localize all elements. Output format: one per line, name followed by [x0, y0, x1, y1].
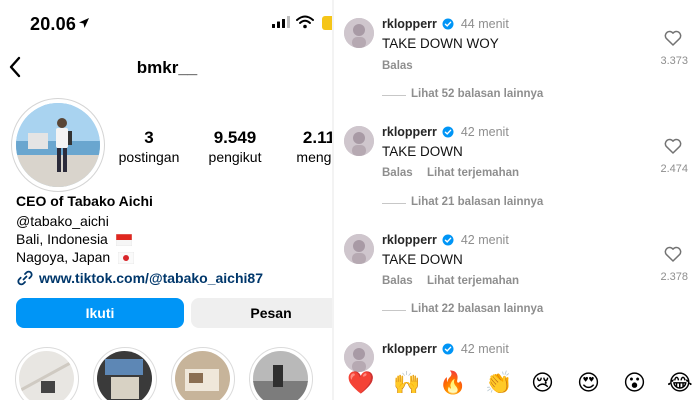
status-time: 20.06 — [30, 14, 77, 34]
avatar[interactable] — [16, 103, 100, 187]
heart-outline-icon[interactable] — [664, 138, 682, 154]
view-replies-link[interactable]: Lihat 22 balasan lainnya — [411, 303, 543, 315]
bio-location-1: Bali, Indonesia — [16, 230, 132, 248]
reply-button[interactable]: Balas — [382, 275, 413, 287]
story-highlight[interactable] — [15, 347, 79, 400]
emoji-heart-eyes[interactable]: 😍 — [577, 372, 600, 396]
bio-name: CEO of Tabako Aichi — [16, 193, 153, 209]
emoji-raised-hands[interactable]: 🙌 — [393, 372, 420, 396]
verified-badge-icon — [442, 343, 454, 355]
replies-line — [382, 310, 406, 311]
replies-line — [382, 203, 406, 204]
comment-text: TAKE DOWN — [382, 144, 463, 159]
bio-handle[interactable]: @tabako_aichi — [16, 212, 109, 230]
reply-button[interactable]: Balas — [382, 60, 413, 72]
emoji-clap[interactable]: 👏 — [485, 372, 512, 396]
comment-avatar[interactable] — [344, 126, 374, 156]
translate-link[interactable]: Lihat terjemahan — [427, 275, 519, 287]
comments-panel: rklopperr 44 menit TAKE DOWN WOY Balas L… — [334, 0, 700, 400]
replies-line — [382, 95, 406, 96]
emoji-fire[interactable]: 🔥 — [439, 372, 466, 396]
emoji-surprised[interactable]: 😮 — [623, 372, 646, 396]
message-button[interactable]: Pesan — [191, 298, 334, 328]
view-replies-link[interactable]: Lihat 52 balasan lainnya — [411, 88, 543, 100]
bio-link[interactable]: www.tiktok.com/@tabako_aichi87 — [39, 270, 263, 286]
bio-location-2-text: Nagoya, Japan — [16, 249, 111, 265]
comment-username[interactable]: rklopperr 44 menit — [382, 17, 509, 31]
verified-badge-icon — [442, 234, 454, 246]
indonesia-flag-icon — [115, 234, 132, 246]
japan-flag-icon — [118, 252, 135, 264]
follow-button[interactable]: Ikuti — [16, 298, 184, 328]
like-count: 2.378 — [660, 271, 688, 283]
location-arrow-icon — [79, 18, 89, 28]
heart-outline-icon[interactable] — [664, 246, 682, 262]
verified-badge-icon — [442, 18, 454, 30]
comment-avatar[interactable] — [344, 18, 374, 48]
reply-button[interactable]: Balas — [382, 167, 413, 179]
like-count: 2.474 — [660, 163, 688, 175]
stat-following[interactable]: 2.11 mengik — [289, 128, 334, 166]
heart-outline-icon[interactable] — [664, 30, 682, 46]
wifi-icon — [296, 15, 314, 29]
signal-icon — [272, 16, 290, 28]
stat-followers[interactable]: 9.549 pengikut — [198, 128, 272, 166]
emoji-reaction-bar: ❤️ 🙌 🔥 👏 😢 😍 😮 😂 — [334, 368, 700, 400]
comment-username[interactable]: rklopperr 42 menit — [382, 342, 509, 356]
story-highlight[interactable] — [171, 347, 235, 400]
story-highlight[interactable] — [93, 347, 157, 400]
bio-location-1-text: Bali, Indonesia — [16, 231, 108, 247]
verified-badge-icon — [442, 126, 454, 138]
comment-text: TAKE DOWN WOY — [382, 36, 499, 51]
comment-avatar[interactable] — [344, 234, 374, 264]
story-highlight[interactable] — [249, 347, 313, 400]
emoji-heart[interactable]: ❤️ — [347, 372, 374, 396]
link-icon — [17, 270, 33, 286]
emoji-crying[interactable]: 😢 — [531, 372, 554, 396]
view-replies-link[interactable]: Lihat 21 balasan lainnya — [411, 196, 543, 208]
bio-location-2: Nagoya, Japan — [16, 248, 135, 266]
comment-text: TAKE DOWN — [382, 252, 463, 267]
profile-username: bmkr__ — [136, 58, 198, 77]
translate-link[interactable]: Lihat terjemahan — [427, 167, 519, 179]
stat-posts[interactable]: 3 postingan — [112, 128, 186, 166]
emoji-laughing[interactable]: 😂 — [667, 372, 693, 396]
comment-username[interactable]: rklopperr 42 menit — [382, 125, 509, 139]
profile-panel: 20.06 bmkr__ 3 postingan 9.549 pengikut … — [0, 0, 334, 400]
like-count: 3.373 — [660, 55, 688, 67]
comment-username[interactable]: rklopperr 42 menit — [382, 233, 509, 247]
